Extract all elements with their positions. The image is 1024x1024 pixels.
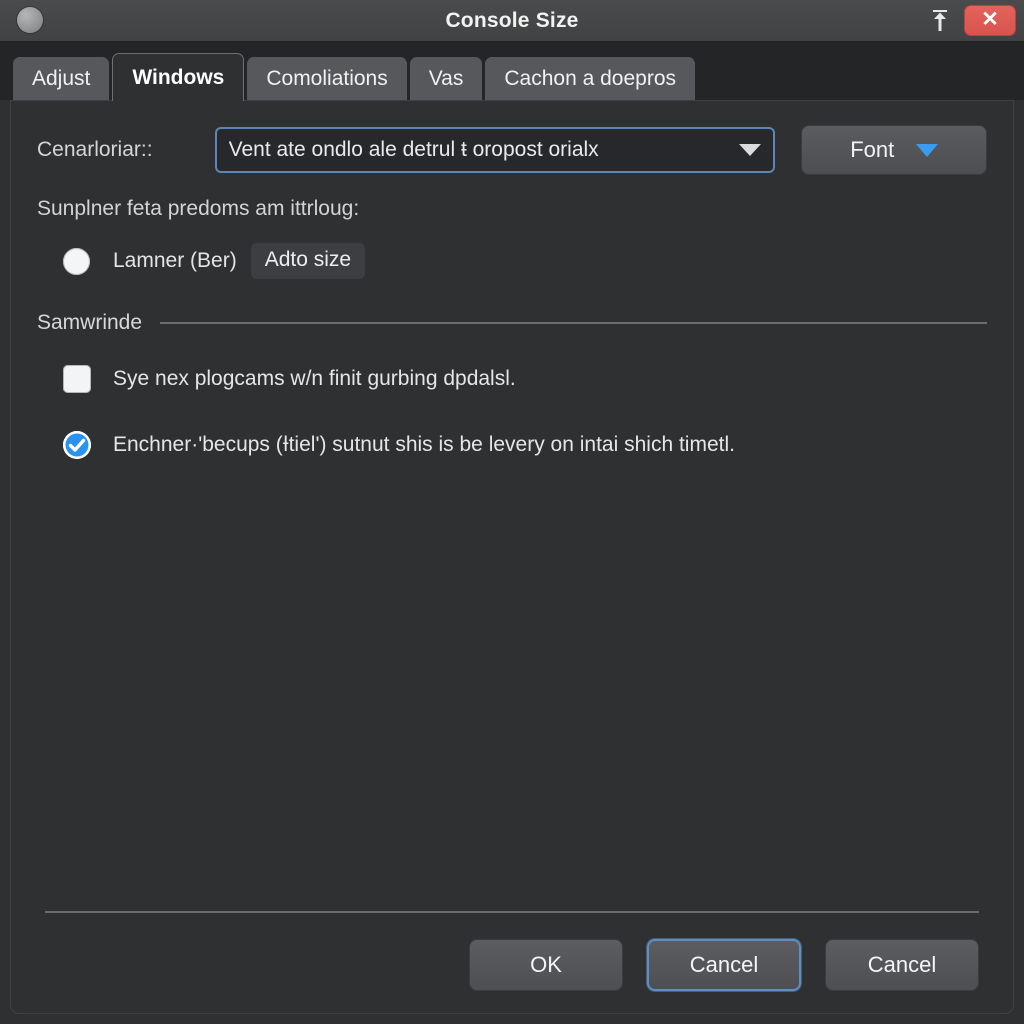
upload-arrow-icon[interactable] (930, 9, 950, 33)
group-title: Samwrinde (37, 311, 143, 334)
footer-buttons: OK Cancel Cancel (37, 939, 987, 991)
tab-label: Windows (132, 65, 225, 89)
checkbox-unchecked[interactable] (63, 365, 91, 393)
button-label: OK (530, 952, 562, 977)
cancel-button-primary[interactable]: Cancel (647, 939, 801, 991)
checkbox-row-2: Enchner·'becups (Ɨtiel') sutnut shis is … (63, 431, 987, 459)
combo-label: Cenarloriar:: (37, 138, 153, 161)
checkbox-checked[interactable] (63, 431, 91, 459)
tab-comoliations[interactable]: Comoliations (247, 57, 407, 101)
title-bar: Console Size ✕ (0, 0, 1024, 42)
radio-button-lamner[interactable] (63, 247, 90, 275)
tab-label: Comoliations (266, 67, 388, 90)
tab-label: Adjust (32, 67, 91, 90)
dialog-footer: OK Cancel Cancel (11, 911, 1013, 1013)
font-button-label: Font (850, 137, 895, 162)
section-description: Sunplner feta predoms am ittrloug: (37, 197, 360, 220)
checkbox-label: Sye nex plogcams w/n finit gurbing dpdal… (113, 367, 516, 390)
dialog-window: Console Size ✕ Adjust Windows Comoliatio… (0, 0, 1024, 1024)
tab-label: Cachon a doepros (504, 67, 676, 90)
group-divider (160, 322, 987, 324)
button-label: Cancel (867, 952, 937, 977)
footer-divider (45, 911, 979, 913)
close-button[interactable]: ✕ (964, 5, 1016, 36)
tab-bar: Adjust Windows Comoliations Vas Cachon a… (0, 42, 1024, 101)
chevron-down-icon (916, 143, 939, 157)
preset-dropdown[interactable]: Vent ate ondlo ale detrul ŧ oropost oria… (214, 127, 776, 173)
radio-row: Lamner (Ber) Adto size (63, 243, 987, 279)
ok-button[interactable]: OK (469, 939, 623, 991)
dropdown-value: Vent ate ondlo ale detrul ŧ oropost oria… (228, 138, 599, 161)
tab-windows[interactable]: Windows (112, 53, 245, 101)
tab-adjust[interactable]: Adjust (13, 57, 110, 101)
checkbox-row-1: Sye nex plogcams w/n finit gurbing dpdal… (63, 365, 987, 393)
cancel-button-secondary[interactable]: Cancel (825, 939, 979, 991)
tab-cachon-a-doepros[interactable]: Cachon a doepros (485, 57, 695, 101)
combo-row: Cenarloriar:: Vent ate ondlo ale detrul … (37, 125, 988, 175)
tab-label: Vas (428, 67, 464, 90)
chevron-down-icon (739, 144, 762, 156)
button-label: Cancel (689, 952, 759, 977)
auto-size-button[interactable]: Adto size (250, 243, 366, 279)
close-icon: ✕ (981, 8, 999, 31)
font-button[interactable]: Font (801, 125, 988, 175)
group-header: Samwrinde (37, 311, 987, 335)
panel-content: Cenarloriar:: Vent ate ondlo ale detrul … (11, 101, 1013, 911)
window-title: Console Size (445, 8, 579, 32)
tab-vas[interactable]: Vas (409, 57, 483, 101)
tab-panel: Cenarloriar:: Vent ate ondlo ale detrul … (10, 100, 1014, 1014)
radio-label: Lamner (Ber) (113, 249, 237, 272)
title-bar-controls: ✕ (930, 0, 1016, 41)
checkbox-label: Enchner·'becups (Ɨtiel') sutnut shis is … (113, 433, 735, 456)
